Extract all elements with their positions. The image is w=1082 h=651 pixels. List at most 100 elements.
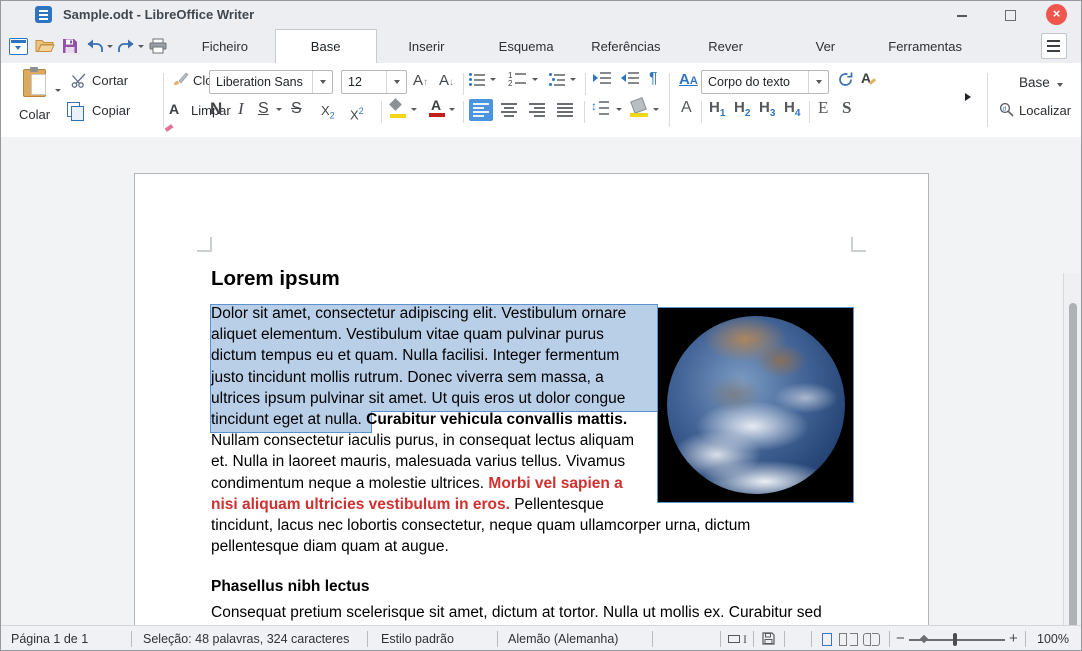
toolbar-overflow-arrow[interactable] — [965, 93, 971, 101]
subscript-button[interactable]: X2 — [321, 101, 335, 126]
shrink-font-button[interactable]: A↓ — [439, 71, 454, 93]
paragraph-background-icon[interactable] — [629, 97, 648, 117]
vertical-scrollbar[interactable] — [1063, 273, 1081, 650]
decrease-indent-icon[interactable] — [621, 72, 639, 88]
tab-base[interactable]: Base — [274, 29, 377, 63]
strikethrough-button[interactable]: S — [291, 99, 302, 119]
style-quote-button[interactable]: E — [818, 98, 828, 118]
zoom-level-status[interactable]: 100% — [1037, 632, 1069, 646]
font-name-combo[interactable]: Liberation Sans — [209, 70, 333, 94]
outline-list-dropdown[interactable] — [570, 78, 576, 81]
scrollbar-thumb[interactable] — [1069, 303, 1077, 650]
book-view-icon[interactable] — [863, 633, 871, 646]
tab-esquema[interactable]: Esquema — [476, 29, 576, 63]
font-size-combo[interactable]: 12 — [341, 70, 407, 94]
tab-rever[interactable]: Rever — [676, 29, 776, 63]
zoom-in-button[interactable]: + — [1009, 630, 1018, 647]
open-button[interactable] — [35, 36, 55, 56]
superscript-button[interactable]: X2 — [350, 101, 364, 125]
edit-style-icon[interactable]: A — [861, 70, 877, 86]
font-color-icon[interactable]: A — [428, 97, 445, 117]
style-heading2-button[interactable]: H2 — [734, 99, 750, 119]
book-view-icon2[interactable] — [872, 633, 880, 646]
font-name-dropdown[interactable] — [312, 71, 332, 93]
document-page[interactable]: Lorem ipsum Dolor sit amet, consectetur … — [134, 173, 929, 625]
minimize-button[interactable] — [953, 7, 971, 23]
numbered-list-icon[interactable]: 12 — [508, 71, 526, 88]
redo-button[interactable] — [117, 36, 144, 56]
align-justify-button[interactable] — [553, 99, 577, 121]
margin-corner-mark — [197, 237, 212, 252]
save-button[interactable] — [62, 36, 78, 56]
multi-page-view-icon2[interactable] — [850, 633, 858, 646]
style-default-button[interactable]: A — [681, 99, 692, 117]
toolbar-separator — [463, 73, 464, 95]
single-page-view-icon[interactable] — [822, 633, 832, 646]
paragraph-style-dropdown[interactable] — [808, 71, 828, 93]
bold-button[interactable]: N — [210, 99, 222, 119]
character-style-icon[interactable]: AA — [679, 70, 698, 91]
line-spacing-dropdown[interactable] — [616, 108, 622, 111]
print-button[interactable] — [149, 36, 167, 56]
document-heading2[interactable]: Phasellus nibh lectus — [211, 578, 370, 596]
italic-button[interactable]: I — [238, 99, 244, 119]
word-count-status[interactable]: Seleção: 48 palavras, 324 caracteres — [143, 632, 349, 646]
increase-indent-icon[interactable] — [593, 72, 611, 88]
align-center-button[interactable] — [497, 99, 521, 121]
paste-button[interactable]: Colar — [13, 67, 65, 131]
close-button[interactable]: × — [1046, 4, 1067, 25]
style-strong-button[interactable]: S — [842, 98, 851, 118]
insert-mode-cursor-icon[interactable]: I — [743, 632, 747, 647]
bullet-list-icon[interactable] — [468, 72, 486, 88]
text-line[interactable]: pellentesque diam quam at augue. — [211, 538, 750, 559]
redo-dropdown-caret[interactable] — [138, 44, 144, 48]
undo-dropdown-caret[interactable] — [107, 44, 113, 48]
numbered-list-dropdown[interactable] — [532, 78, 538, 81]
red-text-segment: nisi aliquam ultricies vestibulum in ero… — [211, 495, 510, 513]
multi-page-view-icon[interactable] — [839, 633, 847, 646]
earth-image[interactable] — [657, 307, 854, 503]
document-workspace[interactable]: Lorem ipsum Dolor sit amet, consectetur … — [1, 137, 1081, 650]
tab-referências[interactable]: Referências — [576, 29, 676, 63]
tab-ver[interactable]: Ver — [776, 29, 876, 63]
language-status[interactable]: Alemão (Alemanha) — [508, 632, 618, 646]
font-color-dropdown[interactable] — [449, 108, 455, 111]
document-heading1[interactable]: Lorem ipsum — [211, 267, 340, 291]
tab-ferramentas[interactable]: Ferramentas — [875, 29, 975, 63]
page-style-status[interactable]: Estilo padrão — [381, 632, 454, 646]
text-line[interactable]: tincidunt, lacus nec lobortis consectetu… — [211, 517, 750, 538]
grow-font-button[interactable]: A↑ — [413, 71, 428, 93]
font-size-dropdown[interactable] — [386, 71, 406, 93]
document-last-line[interactable]: Consequat pretium scelerisque sit amet, … — [211, 604, 822, 622]
line-spacing-icon[interactable]: ↕ — [591, 99, 609, 117]
align-right-button[interactable] — [525, 99, 549, 121]
undo-button[interactable] — [86, 36, 113, 56]
overwrite-mode-icon[interactable] — [728, 635, 740, 643]
highlight-color-icon[interactable] — [389, 98, 406, 118]
highlight-color-dropdown[interactable] — [411, 108, 417, 111]
restore-button[interactable] — [1001, 7, 1019, 23]
underline-dropdown[interactable] — [276, 108, 282, 111]
align-left-button[interactable] — [469, 99, 493, 121]
bullet-list-dropdown[interactable] — [490, 78, 496, 81]
zoom-slider-handle[interactable] — [953, 633, 957, 646]
zoom-out-button[interactable]: − — [896, 630, 905, 647]
paste-dropdown-caret[interactable] — [55, 89, 61, 92]
paragraph-background-dropdown[interactable] — [653, 108, 659, 111]
menu-button[interactable] — [1041, 33, 1067, 59]
document-modified-icon[interactable] — [762, 632, 775, 645]
style-heading4-button[interactable]: H4 — [784, 99, 800, 119]
style-heading1-button[interactable]: H1 — [709, 99, 725, 119]
page-number-status[interactable]: Página 1 de 1 — [11, 632, 88, 646]
outline-list-icon[interactable] — [548, 72, 566, 88]
underline-button[interactable]: S — [258, 99, 269, 119]
paragraph-style-combo[interactable]: Corpo do texto — [701, 70, 829, 94]
tab-ficheiro[interactable]: Ficheiro — [175, 29, 275, 63]
text-segment: Pellentesque — [509, 495, 604, 513]
style-heading3-button[interactable]: H3 — [759, 99, 775, 119]
tab-inserir[interactable]: Inserir — [377, 29, 477, 63]
update-style-icon[interactable] — [837, 71, 854, 88]
style-group-selector[interactable]: Base — [1019, 75, 1064, 90]
formatting-marks-icon[interactable]: ¶ — [649, 69, 658, 89]
menubar-toggle-button[interactable] — [9, 36, 28, 56]
